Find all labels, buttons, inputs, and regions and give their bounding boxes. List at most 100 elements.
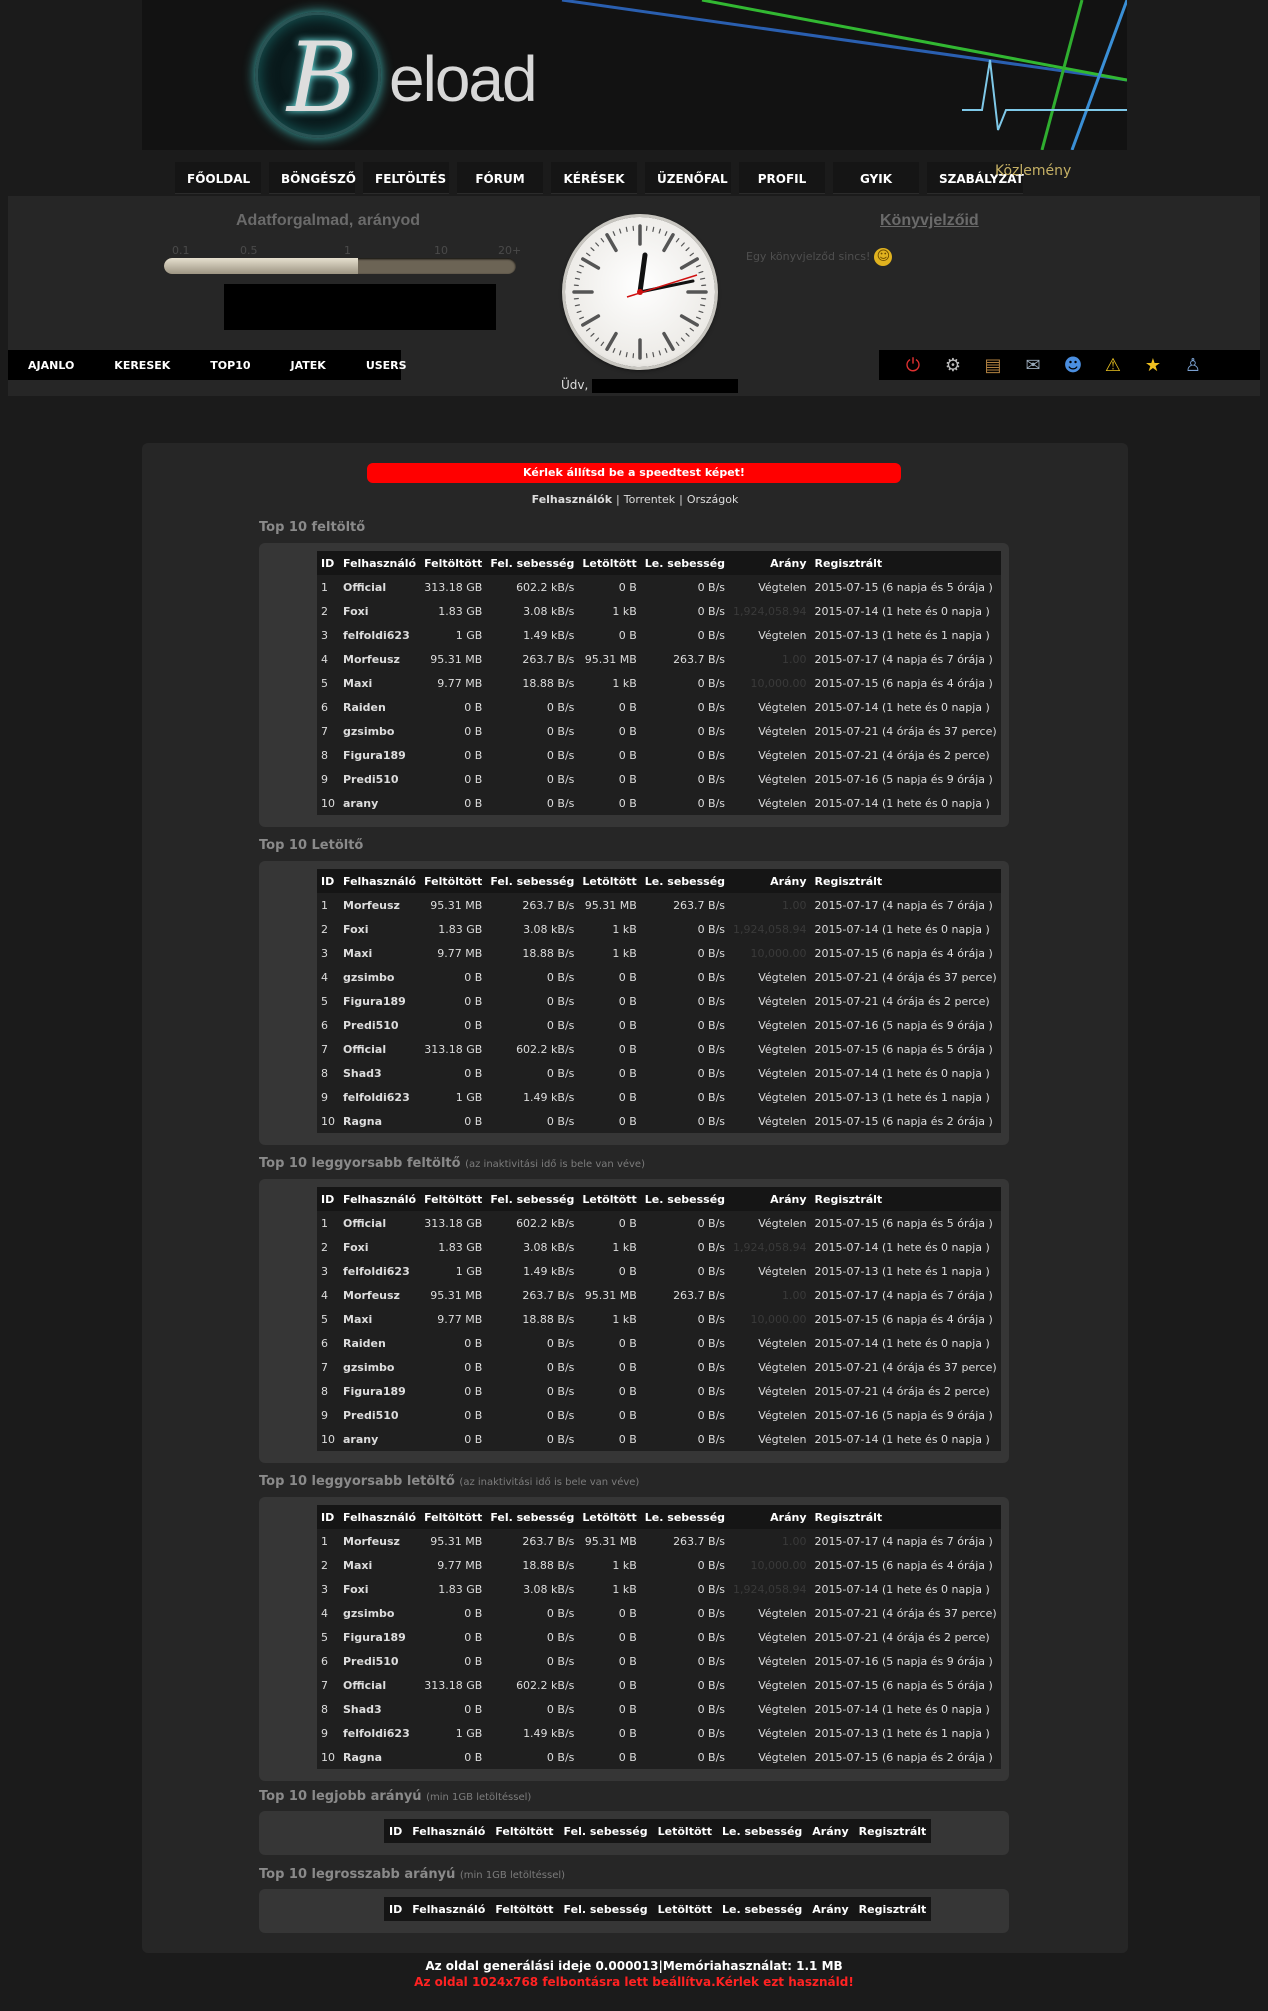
column-header[interactable]: Arány bbox=[729, 551, 811, 575]
column-header[interactable]: Regisztrált bbox=[810, 551, 1001, 575]
user-link[interactable]: felfoldi623 bbox=[339, 1721, 420, 1745]
user-link[interactable]: Maxi bbox=[339, 671, 420, 695]
user-link[interactable]: Predi510 bbox=[339, 1403, 420, 1427]
column-header[interactable]: Feltöltött bbox=[420, 1187, 487, 1211]
user-link[interactable]: Morfeusz bbox=[339, 1283, 420, 1307]
tab-felhasznalok[interactable]: Felhasználók bbox=[532, 493, 612, 506]
user-link[interactable]: Shad3 bbox=[339, 1061, 420, 1085]
user-link[interactable]: Foxi bbox=[339, 917, 420, 941]
nav-item-bongeszo[interactable]: BÖNGÉSZŐ bbox=[269, 162, 356, 194]
power-icon[interactable]: ⏻ bbox=[901, 353, 925, 377]
user-link[interactable]: gzsimbo bbox=[339, 1601, 420, 1625]
column-header[interactable]: Fel. sebesség bbox=[559, 1897, 653, 1921]
nav-item-keresek[interactable]: KÉRÉSEK bbox=[551, 162, 637, 194]
user-link[interactable]: Ragna bbox=[339, 1745, 420, 1769]
column-header[interactable]: Letöltött bbox=[653, 1897, 717, 1921]
star-icon[interactable]: ★ bbox=[1141, 353, 1165, 377]
column-header[interactable]: Arány bbox=[807, 1897, 853, 1921]
column-header[interactable]: Feltöltött bbox=[490, 1819, 558, 1843]
column-header[interactable]: ID bbox=[317, 1505, 339, 1529]
column-header[interactable]: Letöltött bbox=[578, 869, 641, 893]
column-header[interactable]: Le. sebesség bbox=[640, 1187, 730, 1211]
column-header[interactable]: Fel. sebesség bbox=[486, 1187, 579, 1211]
user-link[interactable]: Maxi bbox=[339, 1553, 420, 1577]
nav-item-profil[interactable]: PROFIL bbox=[739, 162, 825, 194]
user-link[interactable]: gzsimbo bbox=[339, 965, 420, 989]
speedtest-alert[interactable]: Kérlek állítsd be a speedtest képet! bbox=[367, 463, 901, 483]
user-link[interactable]: Predi510 bbox=[339, 767, 420, 791]
column-header[interactable]: Fel. sebesség bbox=[486, 869, 579, 893]
nav-item-gyik[interactable]: GYIK bbox=[833, 162, 919, 194]
tab-torrentek[interactable]: Torrentek bbox=[624, 493, 675, 506]
user-link[interactable]: Predi510 bbox=[339, 1013, 420, 1037]
user-link[interactable]: Morfeusz bbox=[339, 647, 420, 671]
user-icon[interactable]: ♙ bbox=[1181, 353, 1205, 377]
user-link[interactable]: Maxi bbox=[339, 1307, 420, 1331]
column-header[interactable]: ID bbox=[317, 551, 339, 575]
nav-item-uzenofal[interactable]: ÜZENŐFAL bbox=[645, 162, 731, 194]
column-header[interactable]: Fel. sebesség bbox=[486, 1505, 579, 1529]
column-header[interactable]: Le. sebesség bbox=[717, 1897, 807, 1921]
user-link[interactable]: Figura189 bbox=[339, 1379, 420, 1403]
user-link[interactable]: Shad3 bbox=[339, 1697, 420, 1721]
user-link[interactable]: gzsimbo bbox=[339, 1355, 420, 1379]
user-link[interactable]: Morfeusz bbox=[339, 1529, 420, 1553]
column-header[interactable]: Regisztrált bbox=[854, 1819, 932, 1843]
column-header[interactable]: Felhasználó bbox=[339, 1187, 421, 1211]
column-header[interactable]: ID bbox=[384, 1897, 407, 1921]
column-header[interactable]: Arány bbox=[729, 1187, 811, 1211]
bookmarks-title[interactable]: Könyvjelzőid bbox=[880, 212, 979, 230]
kozlemeny-link[interactable]: Közlemény bbox=[995, 163, 1071, 179]
column-header[interactable]: Le. sebesség bbox=[640, 551, 730, 575]
user-link[interactable]: Raiden bbox=[339, 1331, 420, 1355]
user-link[interactable]: Foxi bbox=[339, 1235, 420, 1259]
subnav-item-jatek[interactable]: JATEK bbox=[291, 359, 326, 372]
column-header[interactable]: Feltöltött bbox=[420, 551, 487, 575]
column-header[interactable]: Regisztrált bbox=[810, 1505, 1001, 1529]
user-link[interactable]: Figura189 bbox=[339, 989, 420, 1013]
gear-icon[interactable]: ⚙ bbox=[941, 353, 965, 377]
user-link[interactable]: felfoldi623 bbox=[339, 1085, 420, 1109]
column-header[interactable]: Regisztrált bbox=[854, 1897, 932, 1921]
user-link[interactable]: Maxi bbox=[339, 941, 420, 965]
user-link[interactable]: arany bbox=[339, 1427, 420, 1451]
column-header[interactable]: ID bbox=[317, 1187, 339, 1211]
nav-item-forum[interactable]: FÓRUM bbox=[457, 162, 543, 194]
subnav-item-ajanlo[interactable]: AJANLO bbox=[28, 359, 74, 372]
user-link[interactable]: Morfeusz bbox=[339, 893, 420, 917]
user-link[interactable]: Ragna bbox=[339, 1109, 420, 1133]
nav-item-fooldal[interactable]: FŐOLDAL bbox=[175, 162, 261, 194]
column-header[interactable]: Fel. sebesség bbox=[486, 551, 579, 575]
user-link[interactable]: felfoldi623 bbox=[339, 1259, 420, 1283]
users-icon[interactable]: ☻ bbox=[1061, 353, 1085, 377]
tab-orszagok[interactable]: Országok bbox=[687, 493, 739, 506]
column-header[interactable]: Letöltött bbox=[578, 1505, 641, 1529]
column-header[interactable]: Felhasználó bbox=[407, 1819, 490, 1843]
mail-icon[interactable]: ✉ bbox=[1021, 353, 1045, 377]
subnav-item-users[interactable]: USERS bbox=[366, 359, 407, 372]
column-header[interactable]: Arány bbox=[729, 1505, 811, 1529]
column-header[interactable]: Felhasználó bbox=[339, 869, 421, 893]
column-header[interactable]: ID bbox=[317, 869, 339, 893]
column-header[interactable]: Regisztrált bbox=[810, 869, 1001, 893]
warning-icon[interactable]: ⚠ bbox=[1101, 353, 1125, 377]
column-header[interactable]: Le. sebesség bbox=[640, 1505, 730, 1529]
column-header[interactable]: Felhasználó bbox=[407, 1897, 490, 1921]
column-header[interactable]: Feltöltött bbox=[420, 869, 487, 893]
nav-item-feltoltes[interactable]: FELTÖLTÉS bbox=[363, 162, 449, 194]
column-header[interactable]: Regisztrált bbox=[810, 1187, 1001, 1211]
column-header[interactable]: Felhasználó bbox=[339, 1505, 421, 1529]
subnav-item-top10[interactable]: TOP10 bbox=[210, 359, 250, 372]
column-header[interactable]: Le. sebesség bbox=[640, 869, 730, 893]
user-link[interactable]: gzsimbo bbox=[339, 719, 420, 743]
user-link[interactable]: Foxi bbox=[339, 599, 420, 623]
column-header[interactable]: Felhasználó bbox=[339, 551, 421, 575]
column-header[interactable]: Fel. sebesség bbox=[559, 1819, 653, 1843]
user-link[interactable]: felfoldi623 bbox=[339, 623, 420, 647]
user-link[interactable]: Official bbox=[339, 1211, 420, 1235]
user-link[interactable]: Figura189 bbox=[339, 743, 420, 767]
column-header[interactable]: Letöltött bbox=[578, 1187, 641, 1211]
column-header[interactable]: Feltöltött bbox=[420, 1505, 487, 1529]
subnav-item-keresek[interactable]: KERESEK bbox=[114, 359, 170, 372]
column-header[interactable]: Le. sebesség bbox=[717, 1819, 807, 1843]
